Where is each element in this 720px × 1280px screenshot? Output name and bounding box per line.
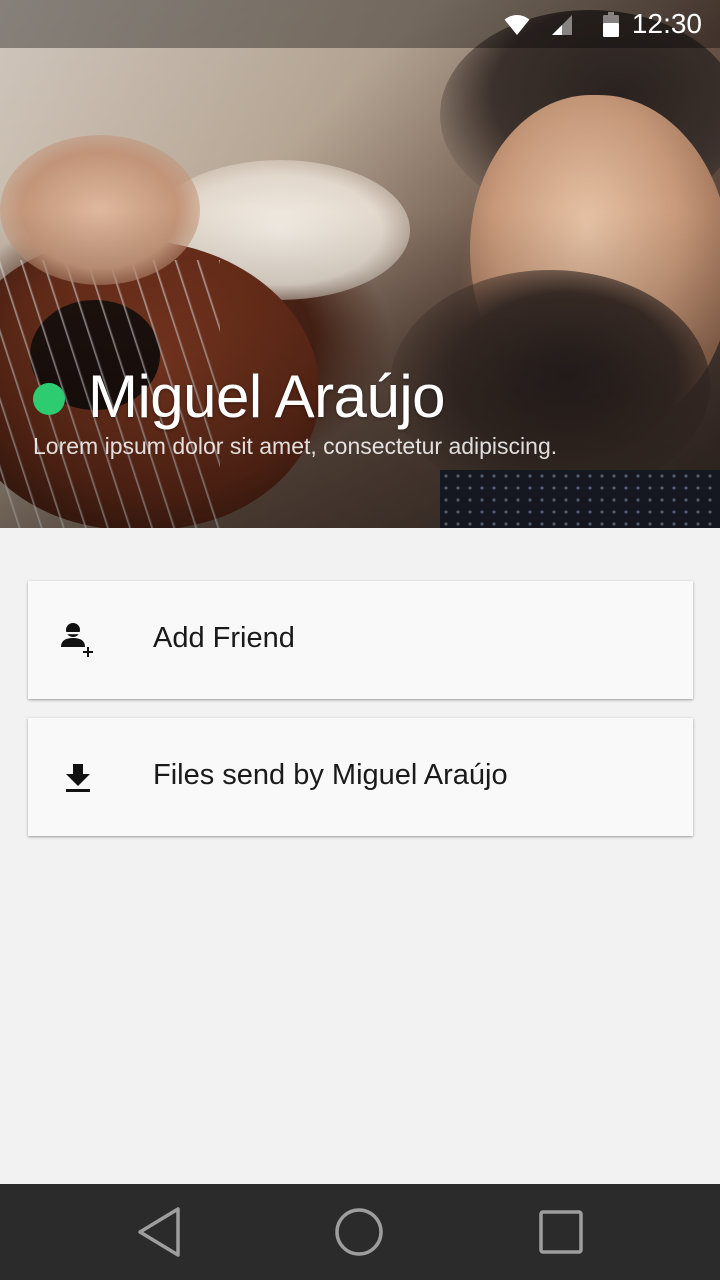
wifi-icon: [504, 15, 530, 35]
battery-icon: [603, 12, 619, 37]
status-bar: 12:30: [0, 0, 720, 48]
cell-signal-icon: [552, 15, 572, 35]
add-friend-button[interactable]: Add Friend: [28, 581, 693, 699]
recents-icon[interactable]: [531, 1204, 591, 1260]
profile-name: Miguel Araújo: [88, 363, 446, 430]
navigation-bar: [0, 1184, 720, 1280]
back-icon[interactable]: [130, 1204, 190, 1260]
add-person-icon: [61, 623, 93, 657]
online-status-dot: [33, 383, 65, 415]
clock: 12:30: [631, 8, 702, 39]
files-sent-label: Files send by Miguel Araújo: [153, 759, 508, 791]
profile-status-message: Lorem ipsum dolor sit amet, consectetur …: [33, 433, 558, 459]
add-friend-label: Add Friend: [153, 622, 295, 654]
home-icon[interactable]: [329, 1204, 389, 1260]
download-icon: [66, 764, 90, 792]
files-sent-button[interactable]: Files send by Miguel Araújo: [28, 718, 693, 836]
